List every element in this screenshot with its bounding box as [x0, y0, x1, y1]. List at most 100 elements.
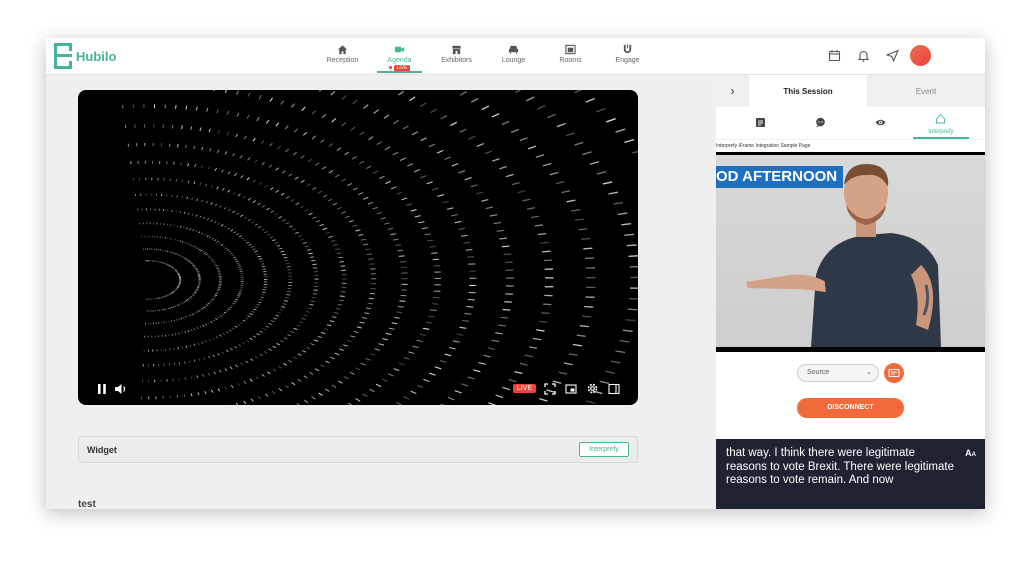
volume-icon[interactable]: [114, 383, 128, 395]
nav-item-engage[interactable]: Engage: [599, 42, 656, 72]
light-streak: [307, 158, 313, 163]
light-streak: [488, 402, 496, 405]
light-streak: [347, 402, 353, 405]
light-streak: [166, 294, 168, 297]
light-streak: [476, 143, 485, 147]
light-streak: [190, 376, 193, 380]
light-streak: [481, 199, 489, 202]
nav-item-reception[interactable]: Reception: [314, 42, 371, 72]
light-streak: [496, 229, 505, 232]
light-streak: [175, 318, 178, 321]
light-streak: [285, 195, 290, 199]
light-streak: [181, 255, 183, 258]
light-streak: [194, 291, 197, 293]
light-streak: [483, 354, 491, 358]
bell-icon[interactable]: [857, 49, 870, 62]
light-streak: [232, 153, 235, 157]
light-streak: [173, 161, 175, 165]
light-streak: [470, 98, 479, 103]
video-player[interactable]: LIVE: [78, 90, 638, 405]
light-streak: [205, 253, 208, 256]
subtab-notes[interactable]: [730, 111, 790, 139]
light-streak: [578, 228, 588, 231]
subtab-viewers[interactable]: [851, 111, 911, 139]
light-streak: [233, 231, 237, 234]
nav-item-agenda[interactable]: Agenda LIVE: [371, 42, 428, 73]
light-streak: [456, 333, 464, 336]
light-streak: [193, 312, 196, 315]
light-streak: [162, 208, 165, 212]
avatar[interactable]: [910, 45, 931, 66]
light-streak: [189, 314, 192, 317]
light-streak: [396, 311, 402, 314]
light-streak: [295, 202, 300, 206]
light-streak: [173, 290, 176, 292]
light-streak: [174, 269, 177, 271]
light-streak: [425, 321, 433, 324]
light-streak: [419, 333, 427, 337]
light-streak: [275, 122, 280, 127]
light-streak: [170, 265, 172, 268]
pip-icon[interactable]: [565, 383, 577, 395]
light-streak: [224, 247, 228, 250]
light-streak: [311, 110, 316, 115]
light-streak: [270, 210, 275, 213]
theater-icon[interactable]: [608, 383, 620, 395]
light-streak: [380, 217, 387, 220]
caption-text: that way. I think there were legitimate …: [726, 447, 954, 487]
send-icon[interactable]: [886, 49, 899, 62]
interprefy-button[interactable]: Interprefy: [579, 442, 629, 457]
light-streak: [270, 187, 274, 191]
light-streak: [250, 398, 254, 402]
disconnect-button[interactable]: DISCONNECT: [797, 398, 904, 418]
light-streak: [341, 178, 347, 182]
collapse-panel-button[interactable]: ›: [716, 75, 749, 107]
light-streak: [264, 184, 268, 188]
source-select[interactable]: Source ⌄: [797, 364, 879, 382]
light-streak: [268, 348, 272, 351]
light-streak: [212, 354, 215, 358]
light-streak: [632, 150, 638, 154]
closed-captions-button[interactable]: [884, 363, 904, 383]
light-streak: [199, 326, 202, 329]
interpreter-video[interactable]: OD AFTERNOON: [716, 152, 985, 352]
light-streak: [224, 386, 227, 390]
light-streak: [238, 344, 242, 347]
light-streak: [237, 295, 241, 297]
light-streak: [397, 305, 404, 308]
light-streak: [193, 328, 196, 331]
light-streak: [185, 316, 187, 318]
fullscreen-icon[interactable]: [544, 382, 556, 395]
calendar-icon[interactable]: [828, 49, 841, 62]
light-streak: [308, 252, 313, 255]
nav-item-exhibitors[interactable]: Exhibitors: [428, 42, 485, 72]
light-streak: [225, 310, 229, 312]
nav-item-rooms[interactable]: Rooms: [542, 42, 599, 72]
tab-this-session[interactable]: This Session: [749, 75, 867, 107]
light-streak: [339, 348, 344, 351]
light-streak: [419, 102, 427, 108]
light-streak: [190, 244, 193, 247]
light-streak: [162, 308, 164, 311]
tab-event[interactable]: Event: [867, 75, 985, 107]
subtab-interprefy[interactable]: Interprefy: [911, 111, 971, 139]
light-streak: [582, 315, 592, 318]
font-size-toggle[interactable]: AA: [965, 447, 976, 463]
light-streak: [213, 90, 215, 92]
light-streak: [481, 105, 490, 111]
light-streak: [206, 218, 210, 221]
light-streak: [256, 333, 260, 336]
light-streak: [461, 383, 469, 387]
light-streak: [288, 225, 293, 228]
pause-icon[interactable]: [96, 383, 108, 395]
settings-icon[interactable]: [586, 382, 599, 395]
light-streak: [216, 186, 219, 190]
light-streak: [302, 242, 307, 244]
light-streak: [204, 390, 207, 395]
logo[interactable]: Hubilo: [54, 43, 116, 69]
live-badge[interactable]: LIVE: [512, 384, 536, 393]
light-streak: [175, 178, 178, 182]
light-streak: [224, 368, 228, 372]
nav-item-lounge[interactable]: Lounge: [485, 42, 542, 72]
subtab-chat[interactable]: [790, 111, 850, 139]
